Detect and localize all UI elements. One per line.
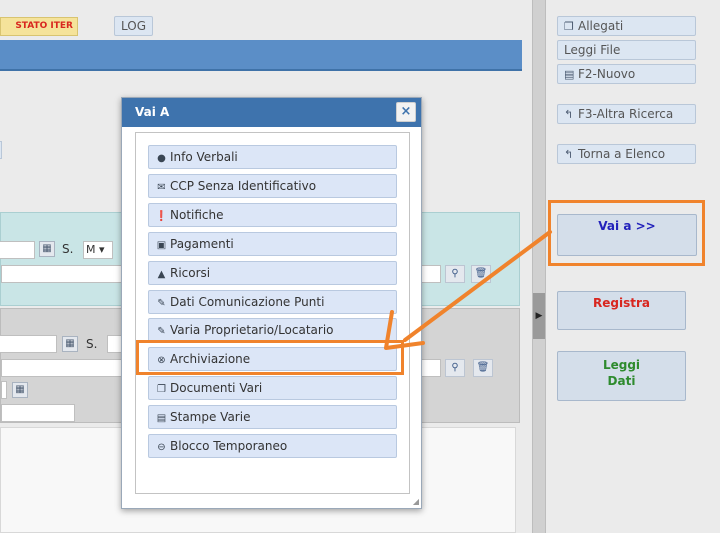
- date-field-2[interactable]: [0, 335, 57, 353]
- exclamation-icon: ❗: [155, 211, 168, 222]
- menu-item-label: Dati Comunicazione Punti: [170, 295, 325, 309]
- s-label-1: S.: [62, 242, 74, 256]
- s-label-2: S.: [86, 337, 98, 351]
- splitter-handle-icon[interactable]: ▶: [533, 293, 545, 339]
- f3-altra-ricerca-button[interactable]: ↰ F3-Altra Ricerca: [557, 104, 696, 124]
- info-icon: ●: [157, 153, 166, 164]
- leggi-dati-button[interactable]: Leggi Dati: [557, 351, 686, 401]
- menu-item-label: Documenti Vari: [170, 381, 263, 395]
- leggi-dati-line1: Leggi: [602, 358, 641, 372]
- f3-altra-ricerca-label: F3-Altra Ricerca: [578, 107, 674, 121]
- menu-item-label: CCP Senza Identificativo: [170, 179, 317, 193]
- trash-icon[interactable]: 🗑: [471, 265, 491, 283]
- s-select-1[interactable]: M ▾: [83, 241, 113, 259]
- undo-icon: ↰: [564, 148, 574, 161]
- menu-item-label: Info Verbali: [170, 150, 238, 164]
- envelope-icon: ✉: [157, 182, 166, 193]
- vai-a-label: Vai a >>: [598, 219, 656, 233]
- registra-label: Registra: [593, 296, 650, 310]
- small-field[interactable]: [1, 381, 7, 399]
- menu-item-label: Notifiche: [170, 208, 224, 222]
- pencil-icon: ✎: [157, 298, 166, 309]
- menu-item-ricorsi[interactable]: ▲ Ricorsi: [148, 261, 397, 285]
- menu-item-notifiche[interactable]: ❗ Notifiche: [148, 203, 397, 227]
- calendar-icon[interactable]: ▦: [62, 336, 78, 352]
- inbox-icon: ▣: [156, 240, 167, 251]
- menu-item-varia-proprietario[interactable]: ✎ Varia Proprietario/Locatario: [148, 318, 397, 342]
- print-icon: ▤: [156, 413, 167, 424]
- menu-item-blocco-temporaneo[interactable]: ⊖ Blocco Temporaneo: [148, 434, 397, 458]
- calendar-icon[interactable]: ▦: [39, 241, 55, 257]
- menu-item-label: Ricorsi: [170, 266, 211, 280]
- menu-item-label: Blocco Temporaneo: [170, 439, 288, 453]
- warning-icon: ▲: [157, 269, 166, 280]
- allegati-button[interactable]: ❐ Allegati: [557, 16, 696, 36]
- menu-item-dati-comunicazione-punti[interactable]: ✎ Dati Comunicazione Punti: [148, 290, 397, 314]
- menu-item-stampe-varie[interactable]: ▤ Stampe Varie: [148, 405, 397, 429]
- leggi-file-label: Leggi File: [564, 43, 621, 57]
- section-header-bar: [0, 40, 522, 71]
- attachment-icon: ❐: [564, 20, 574, 33]
- dialog-title: Vai A: [135, 105, 170, 119]
- highlight-box-archiviazione: [136, 340, 404, 375]
- menu-item-label: Pagamenti: [170, 237, 234, 251]
- menu-item-pagamenti[interactable]: ▣ Pagamenti: [148, 232, 397, 256]
- vai-a-button[interactable]: Vai a >>: [557, 214, 697, 256]
- search-icon[interactable]: ⚲: [445, 359, 465, 377]
- leggi-file-button[interactable]: Leggi File: [557, 40, 696, 60]
- copy-icon: ❐: [157, 384, 166, 395]
- s-select-value: M: [86, 243, 96, 256]
- menu-item-documenti-vari[interactable]: ❐ Documenti Vari: [148, 376, 397, 400]
- undo-icon: ↰: [564, 108, 574, 121]
- minus-circle-icon: ⊖: [157, 442, 166, 453]
- menu-item-info-verbali[interactable]: ● Info Verbali: [148, 145, 397, 169]
- collapsed-button[interactable]: [0, 141, 2, 159]
- trash-icon[interactable]: 🗑: [473, 359, 493, 377]
- dialog-header: Vai A ×: [122, 98, 421, 127]
- leggi-dati-line2: Dati: [607, 374, 636, 388]
- tab-stato-iter[interactable]: STATO ITER: [0, 17, 78, 36]
- tab-log[interactable]: LOG: [114, 16, 153, 36]
- text-field-3[interactable]: [1, 404, 75, 422]
- menu-item-label: Varia Proprietario/Locatario: [170, 323, 334, 337]
- allegati-label: Allegati: [578, 19, 624, 33]
- torna-elenco-button[interactable]: ↰ Torna a Elenco: [557, 144, 696, 164]
- dialog-menu-list: ● Info Verbali ✉ CCP Senza Identificativo …: [135, 132, 410, 494]
- resize-handle-icon[interactable]: ◢: [413, 497, 419, 506]
- registra-button[interactable]: Registra: [557, 291, 686, 330]
- f2-nuovo-button[interactable]: ▤ F2-Nuovo: [557, 64, 696, 84]
- menu-item-label: Stampe Varie: [170, 410, 251, 424]
- vai-a-dialog: Vai A × ● Info Verbali ✉ CCP Senza Identif…: [121, 97, 422, 509]
- torna-elenco-label: Torna a Elenco: [578, 147, 666, 161]
- search-icon[interactable]: ⚲: [445, 265, 465, 283]
- file-icon: ▤: [564, 68, 575, 81]
- splitter[interactable]: [532, 0, 546, 533]
- date-field-1[interactable]: [0, 241, 35, 259]
- menu-item-ccp-senza-identificativo[interactable]: ✉ CCP Senza Identificativo: [148, 174, 397, 198]
- calendar-icon[interactable]: ▦: [12, 382, 28, 398]
- close-icon[interactable]: ×: [396, 102, 416, 122]
- f2-nuovo-label: F2-Nuovo: [578, 67, 636, 81]
